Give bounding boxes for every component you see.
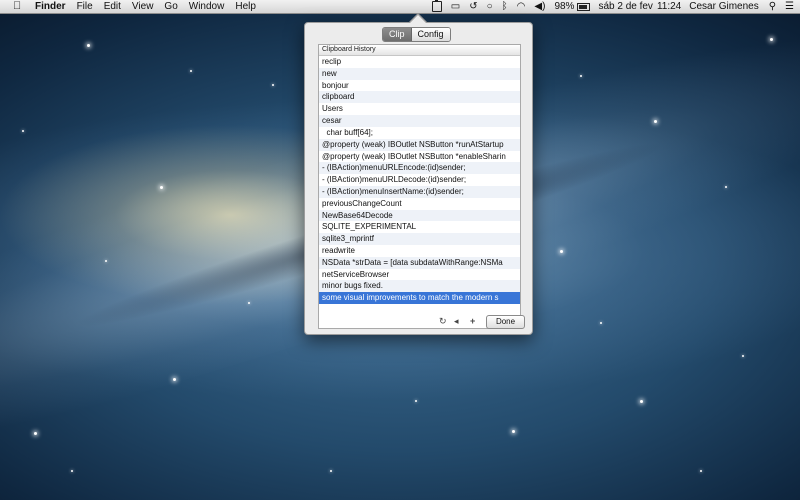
star xyxy=(560,250,563,253)
star xyxy=(415,400,417,402)
star xyxy=(22,130,24,132)
airplay-icon[interactable]: ▭ xyxy=(451,0,460,13)
list-item[interactable]: SQLITE_EXPERIMENTAL xyxy=(319,221,520,234)
list-item[interactable]: - (IBAction)menuURLEncode:(id)sender; xyxy=(319,162,520,175)
star xyxy=(654,120,657,123)
list-item[interactable]: reclip xyxy=(319,56,520,68)
battery-icon[interactable] xyxy=(577,2,591,11)
list-header: Clipboard History xyxy=(319,45,520,56)
clipboard-history-list[interactable]: Clipboard History reclip new bonjour cli… xyxy=(318,44,521,329)
tab-segmented-control: Clip Config xyxy=(382,27,451,42)
list-item[interactable]: bonjour xyxy=(319,79,520,92)
list-item[interactable]: - (IBAction)menuInsertName:(id)sender; xyxy=(319,185,520,198)
star xyxy=(742,355,744,357)
clipboard-icon[interactable] xyxy=(431,0,442,12)
list-item[interactable]: previousChangeCount xyxy=(319,197,520,210)
list-item[interactable]: @property (weak) IBOutlet NSButton *enab… xyxy=(319,150,520,163)
menu-help[interactable]: Help xyxy=(235,1,256,12)
star xyxy=(248,302,250,304)
menu-bar:  Finder File Edit View Go Window Help ▭… xyxy=(0,0,800,14)
battery-percent: 98% xyxy=(554,1,575,12)
list-item[interactable]: clipboard xyxy=(319,91,520,104)
user-name[interactable]: Cesar Gimenes xyxy=(689,1,758,12)
star xyxy=(105,260,107,262)
list-item[interactable]: char buff[64]; xyxy=(319,126,520,139)
star xyxy=(580,75,582,77)
star xyxy=(512,430,515,433)
menu-extras: ▭ ↺ ○ ᛒ ◠ ◀) 98% sáb 2 de fev 11:24 Cesa… xyxy=(431,0,800,13)
refresh-icon[interactable]: ↻ xyxy=(439,316,447,326)
star xyxy=(71,470,73,472)
list-item[interactable]: @property (weak) IBOutlet NSButton *runA… xyxy=(319,138,520,151)
previous-icon[interactable]: ◂ xyxy=(454,316,459,326)
star xyxy=(700,470,702,472)
list-item[interactable]: NSData *strData = [data subdataWithRange… xyxy=(319,256,520,269)
list-item[interactable]: cesar xyxy=(319,115,520,127)
bluetooth-icon[interactable]: ᛒ xyxy=(502,0,508,13)
menu-view[interactable]: View xyxy=(132,1,154,12)
time-machine-icon[interactable]: ↺ xyxy=(469,0,477,13)
menu-edit[interactable]: Edit xyxy=(104,1,121,12)
star xyxy=(190,70,192,72)
list-item[interactable]: NewBase64Decode xyxy=(319,209,520,222)
menu-window[interactable]: Window xyxy=(189,1,225,12)
apple-icon[interactable]:  xyxy=(13,0,25,13)
add-icon[interactable]: + xyxy=(470,316,475,326)
chat-icon[interactable]: ○ xyxy=(487,0,493,13)
volume-icon[interactable]: ◀) xyxy=(534,0,545,13)
list-item[interactable]: netServiceBrowser xyxy=(319,268,520,281)
search-icon[interactable]: ⚲ xyxy=(769,0,776,13)
star xyxy=(640,400,643,403)
popover-toolbar: ↻ ◂ + Done xyxy=(305,315,532,329)
tab-clip[interactable]: Clip xyxy=(383,28,412,41)
star xyxy=(87,44,90,47)
menu-clock[interactable]: 11:24 xyxy=(657,1,681,12)
list-item[interactable]: - (IBAction)menuURLDecode:(id)sender; xyxy=(319,174,520,186)
clipboard-popover: Clip Config Clipboard History reclip new… xyxy=(304,13,533,335)
popover-arrow xyxy=(410,15,426,23)
done-button[interactable]: Done xyxy=(486,315,525,329)
star xyxy=(330,470,332,472)
star xyxy=(160,186,163,189)
star xyxy=(770,38,773,41)
list-item[interactable]: Users xyxy=(319,103,520,116)
list-item[interactable]: sqlite3_mprintf xyxy=(319,233,520,245)
star xyxy=(725,186,727,188)
menu-date[interactable]: sáb 2 de fev xyxy=(598,1,652,12)
star xyxy=(34,432,37,435)
star xyxy=(173,378,176,381)
list-icon[interactable]: ☰ xyxy=(785,0,794,13)
star xyxy=(272,84,274,86)
menu-file[interactable]: File xyxy=(77,1,93,12)
wifi-icon[interactable]: ◠ xyxy=(517,0,526,13)
list-item[interactable]: new xyxy=(319,67,520,80)
menu-go[interactable]: Go xyxy=(164,1,177,12)
tab-config[interactable]: Config xyxy=(411,28,450,41)
list-item[interactable]: readwrite xyxy=(319,245,520,257)
list-item-selected[interactable]: some visual improvements to match the mo… xyxy=(319,292,520,305)
list-item[interactable]: minor bugs fixed. xyxy=(319,280,520,293)
star xyxy=(600,322,602,324)
app-menu-finder[interactable]: Finder xyxy=(35,1,66,12)
